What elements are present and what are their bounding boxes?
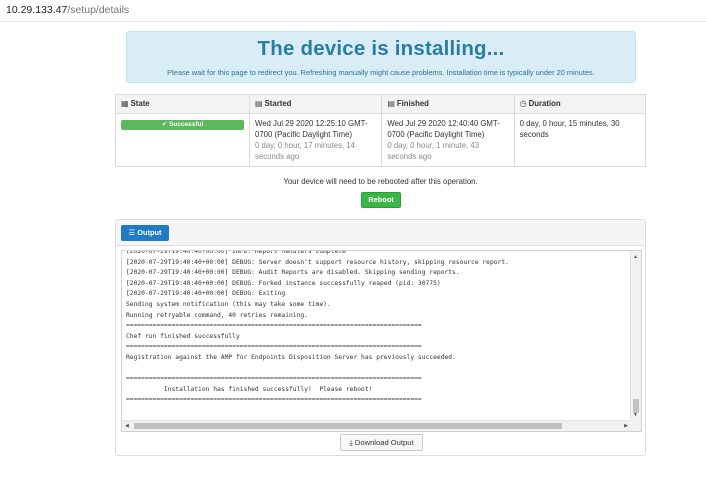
scroll-up-icon[interactable]: ▲	[633, 254, 638, 260]
log-line: Chef run finished successfully	[126, 332, 240, 340]
reboot-note: Your device will need to be rebooted aft…	[283, 177, 478, 186]
status-badge: ✔ Successful	[121, 120, 244, 130]
download-icon: ⤓	[349, 438, 353, 447]
scroll-left-icon[interactable]: ◀	[125, 423, 129, 429]
log-line: Installation has finished successfully! …	[126, 385, 373, 393]
log-line: ========================================…	[126, 322, 422, 330]
log-line: [2020-07-29T19:40:40+00:00] DEBUG: Exiti…	[126, 290, 286, 298]
banner-title: The device is installing...	[257, 37, 505, 60]
grid-icon: ▦	[121, 99, 129, 108]
log-line: Sending system notification (this may ta…	[126, 300, 331, 308]
state-header-label: State	[130, 99, 150, 108]
output-panel-header: ☰ Output	[116, 220, 645, 246]
started-ago: 0 day, 0 hour, 17 minutes, 14 seconds ag…	[255, 141, 355, 161]
started-header: ▤ Started	[248, 94, 383, 114]
banner-subtitle: Please wait for this page to redirect yo…	[167, 68, 595, 77]
download-output-label: Download Output	[354, 438, 414, 447]
output-log-text: [2020-07-29T19:40:40+00:00] INFO: Report…	[126, 250, 631, 406]
log-line: [2020-07-29T19:40:40+00:00] DEBUG: Forke…	[126, 279, 441, 287]
log-line: Running retryable command, 40 retries re…	[126, 311, 308, 319]
clock-icon: ◷	[519, 99, 527, 108]
duration-header: ◷ Duration	[513, 94, 647, 114]
started-cell: Wed Jul 29 2020 12:25:10 GMT-0700 (Pacif…	[248, 113, 383, 167]
installing-banner: The device is installing... Please wait …	[126, 31, 636, 83]
state-cell: ✔ Successful	[115, 113, 250, 167]
address-bar[interactable]: 10.29.133.47/setup/details	[0, 0, 706, 22]
status-table-header-row: ▦ State ▤ Started ▤ Finished ◷ Duration	[115, 94, 647, 114]
status-table-row: ✔ Successful Wed Jul 29 2020 12:25:10 GM…	[115, 113, 647, 167]
output-panel: ☰ Output [2020-07-29T19:40:40+00:00] INF…	[115, 219, 646, 456]
duration-cell: 0 day, 0 hour, 15 minutes, 30 seconds	[513, 113, 647, 167]
log-line: Registration against the AMP for Endpoin…	[126, 353, 456, 361]
log-line: ========================================…	[126, 343, 422, 351]
finished-header: ▤ Finished	[381, 94, 515, 114]
scroll-right-icon[interactable]: ▶	[624, 423, 628, 429]
finished-cell: Wed Jul 29 2020 12:40:40 GMT-0700 (Pacif…	[381, 113, 515, 167]
list-icon: ☰	[128, 228, 136, 237]
url-host: 10.29.133.47	[6, 4, 68, 16]
started-time: Wed Jul 29 2020 12:25:10 GMT-0700 (Pacif…	[255, 119, 368, 139]
duration-value: 0 day, 0 hour, 15 minutes, 30 seconds	[519, 119, 620, 139]
log-line: ========================================…	[126, 375, 422, 383]
url-path: /setup/details	[67, 4, 130, 16]
reboot-button[interactable]: Reboot	[361, 192, 401, 208]
log-line: [2020-07-29T19:40:40+00:00] DEBUG: Audit…	[126, 269, 460, 277]
vertical-scroll-thumb[interactable]	[633, 399, 639, 413]
horizontal-scrollbar[interactable]: ◀ ▶	[122, 420, 631, 431]
output-button-label: Output	[137, 228, 162, 237]
duration-header-label: Duration	[528, 99, 561, 108]
url-text[interactable]: 10.29.133.47/setup/details	[6, 4, 129, 16]
calendar-icon: ▤	[255, 99, 263, 108]
started-header-label: Started	[264, 99, 292, 108]
log-line: [2020-07-29T19:40:40+00:00] INFO: Report…	[126, 250, 346, 255]
calendar-icon: ▤	[387, 99, 395, 108]
output-button[interactable]: ☰ Output	[121, 225, 169, 241]
log-line: [2020-07-29T19:40:40+00:00] DEBUG: Serve…	[126, 258, 509, 266]
finished-header-label: Finished	[396, 99, 429, 108]
state-header: ▦ State	[115, 94, 250, 114]
scrollbar-corner	[630, 420, 641, 431]
finished-time: Wed Jul 29 2020 12:40:40 GMT-0700 (Pacif…	[387, 119, 500, 139]
vertical-scrollbar[interactable]: ▲ ▼	[630, 251, 641, 421]
download-output-button[interactable]: ⤓ Download Output	[340, 434, 423, 451]
log-line: ========================================…	[126, 396, 422, 404]
horizontal-scroll-thumb[interactable]	[134, 423, 562, 429]
output-log[interactable]: [2020-07-29T19:40:40+00:00] INFO: Report…	[121, 250, 642, 432]
scroll-down-icon[interactable]: ▼	[633, 412, 638, 418]
finished-ago: 0 day, 0 hour, 1 minute, 43 seconds ago	[387, 141, 480, 161]
status-table: ▦ State ▤ Started ▤ Finished ◷ Duration ✔ Su…	[115, 94, 647, 167]
